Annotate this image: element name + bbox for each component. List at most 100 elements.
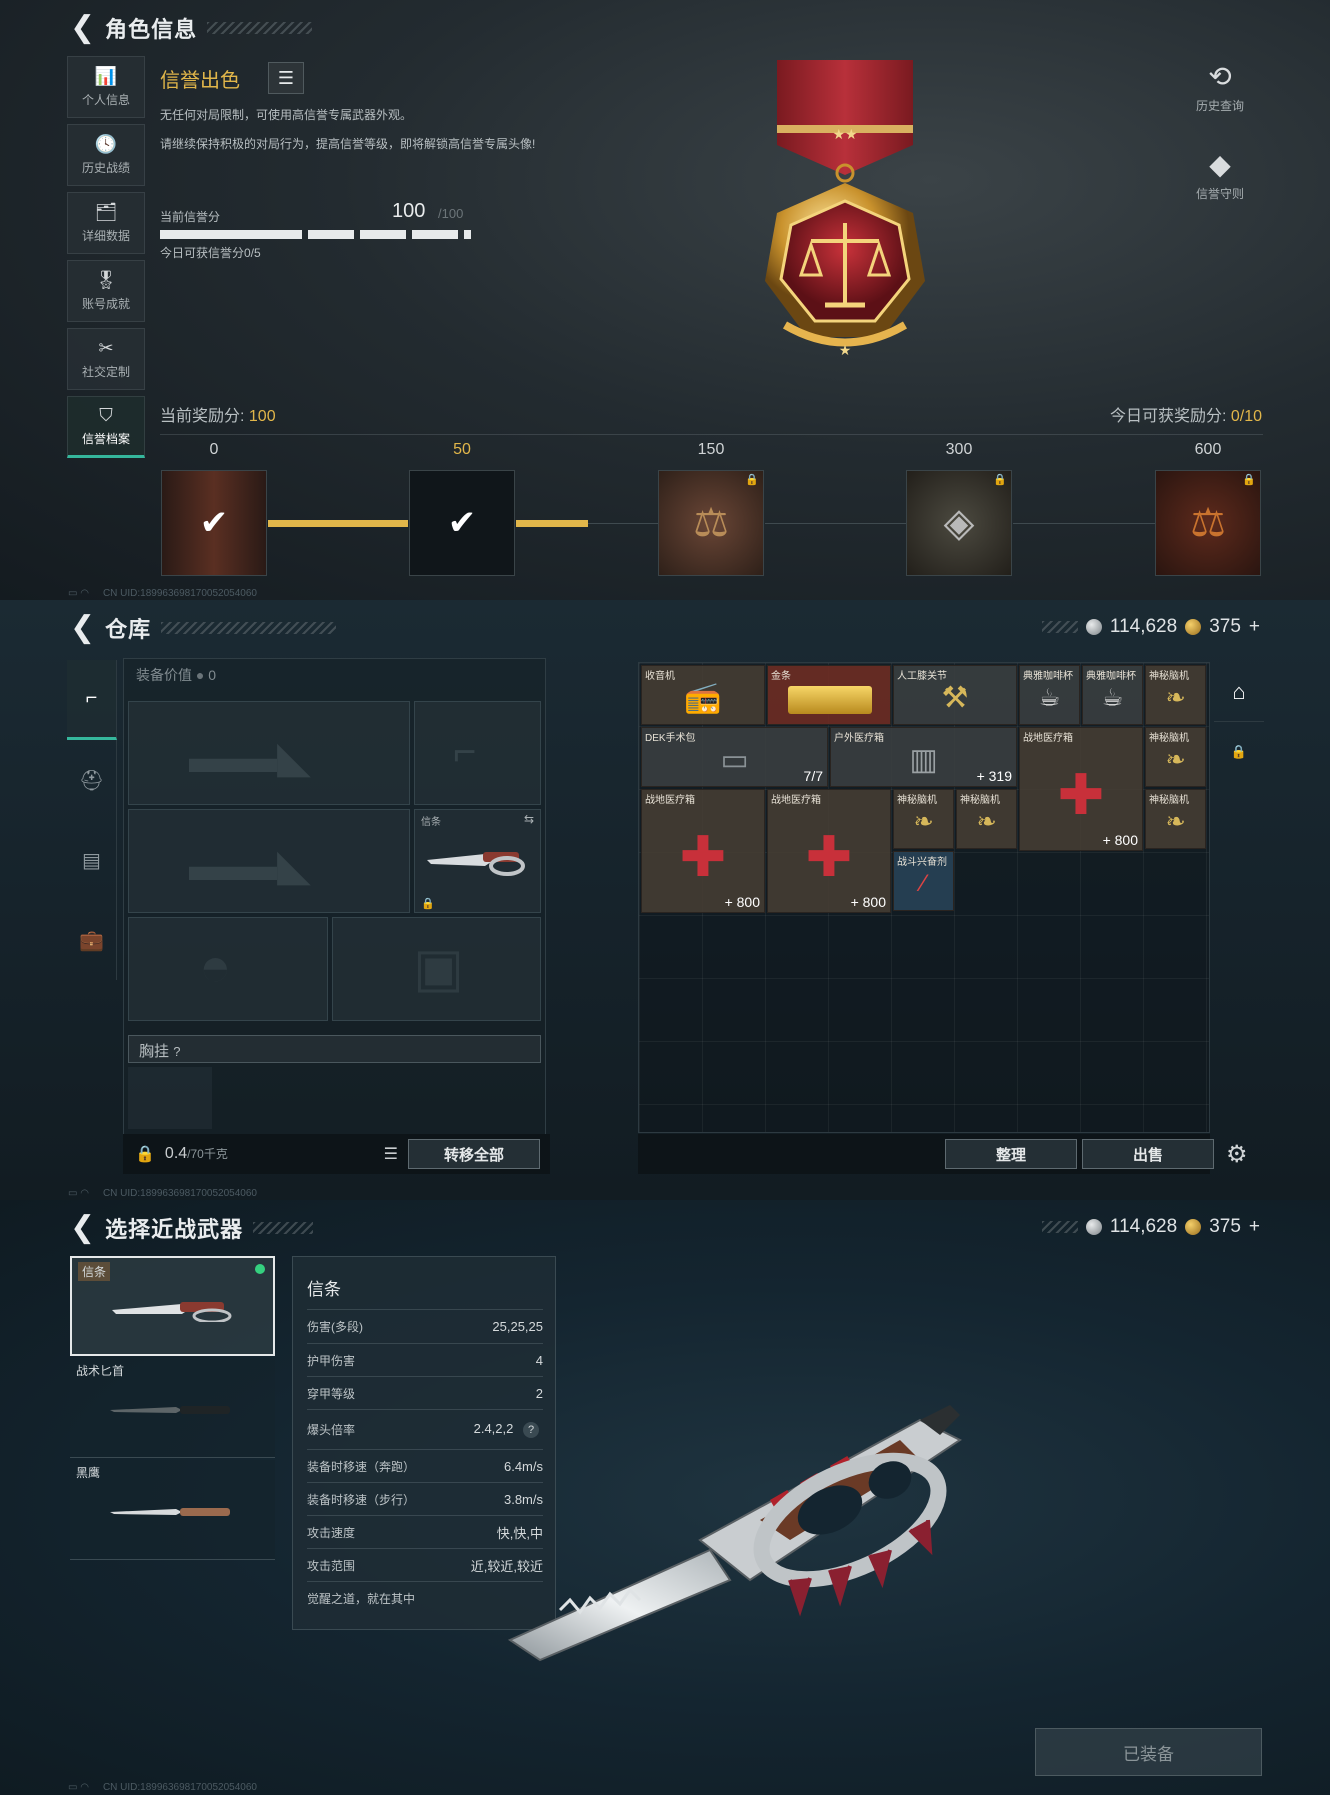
milestone-1-reward[interactable]: ✔ — [409, 470, 515, 576]
tab-backpack[interactable]: 💼 — [67, 900, 117, 980]
gold-amount: 375 — [1209, 1216, 1241, 1237]
stash-tab-locked[interactable]: 🔒 — [1214, 722, 1264, 782]
item-brain-chip[interactable]: 神秘脑机 ❧ — [1145, 665, 1206, 725]
swap-icon[interactable]: ⇆ — [524, 812, 534, 826]
today-reward-value: 0/10 — [1230, 408, 1262, 425]
score-bar — [160, 230, 471, 239]
knife-icon — [427, 852, 525, 876]
chest-rig-slot[interactable]: 胸挂 ? — [128, 1035, 541, 1063]
knife-image — [112, 1302, 232, 1322]
settings-gear-icon[interactable]: ⚙ — [1226, 1140, 1248, 1169]
progress-line — [516, 520, 588, 527]
back-arrow-icon[interactable]: ❮ — [70, 13, 95, 43]
status-bar: ▭ ◠ CN UID:1899636981700520540​60 — [68, 588, 257, 599]
add-currency-button[interactable]: + — [1249, 616, 1260, 638]
gear-value: 装备价值 ● 0 — [136, 665, 216, 685]
item-brain-chip[interactable]: 神秘脑机 ❧ — [1145, 789, 1206, 849]
armor-slot[interactable]: ▣ — [332, 917, 541, 1021]
pistol-slot[interactable]: ⌐ — [414, 701, 541, 805]
status-bar: ▭ ◠ CN UID:1899636981700520540​60 — [68, 1188, 257, 1199]
weapon-card-xintiao[interactable]: 信条 — [70, 1256, 275, 1356]
helmet-slot[interactable]: ◓ — [128, 917, 328, 1021]
nav-detail-data[interactable]: 🗂 详细数据 — [67, 192, 145, 254]
briefcase-icon: 💼 — [79, 929, 104, 952]
sort-button[interactable]: 整理 — [945, 1139, 1077, 1169]
transfer-all-button[interactable]: 转移全部 — [408, 1139, 540, 1169]
shield-icon: ⛉ — [99, 405, 113, 425]
syringe-icon: ⁄ — [921, 869, 926, 897]
item-qty: + 800 — [1102, 832, 1138, 848]
item-qty: 7/7 — [803, 768, 823, 784]
score-max: /100 — [438, 206, 464, 221]
item-gold-bar[interactable]: 金条 — [767, 665, 891, 725]
tab-supplies[interactable]: ▤ — [67, 820, 117, 900]
silver-coin-icon — [1085, 619, 1102, 635]
item-radio[interactable]: 收音机 📻 — [641, 665, 765, 725]
weapon-card-black-hawk[interactable]: 黑鹰 — [70, 1460, 275, 1560]
rules-label: 信誉守则 — [1195, 187, 1244, 201]
equipped-button[interactable]: 已装备 — [1035, 1728, 1262, 1776]
reputation-desc: 无任何对局限制，可使用高信誉专属武器外观。 — [160, 108, 413, 122]
milestone-0-reward[interactable]: ✔ — [161, 470, 267, 576]
item-name: 神秘脑机 — [1149, 795, 1189, 806]
lock-icon: 🔒 — [993, 474, 1007, 486]
item-surgery-kit[interactable]: DEK手术包 ▭ 7/7 — [641, 727, 828, 787]
item-outdoor-med-kit[interactable]: 户外医疗箱 ▥ + 319 — [830, 727, 1017, 787]
item-field-med-box[interactable]: 战地医疗箱 ✚ + 800 — [641, 789, 765, 913]
item-brain-chip[interactable]: 神秘脑机 ❧ — [1145, 727, 1206, 787]
list-icon[interactable]: ☰ — [384, 1144, 398, 1164]
tab-weapons[interactable]: ⌐ — [67, 660, 117, 740]
side-nav: 📊 个人信息 🕓 历史战绩 🗂 详细数据 🎖 账号成就 ✂ 社交定制 ⛉ 信誉档案 — [67, 56, 145, 464]
signal-icon: ▭ ◠ — [68, 1188, 89, 1199]
melee-slot[interactable]: 信条 ⇆ 🔒 — [414, 809, 541, 913]
tab-armor[interactable]: ⛑ — [67, 740, 117, 820]
milestone-2-reward[interactable]: 🔒 ⚖ — [658, 470, 764, 576]
history-query-button[interactable]: ⟲ 历史查询 — [1180, 60, 1260, 114]
add-currency-button[interactable]: + — [1249, 1216, 1260, 1238]
item-field-med-box[interactable]: 战地医疗箱 ✚ + 800 — [1019, 727, 1143, 851]
item-field-med-box[interactable]: 战地医疗箱 ✚ + 800 — [767, 789, 891, 913]
stash-grid: 收音机 📻 金条 人工膝关节 ⚒ 典雅咖啡杯 ☕ 典雅咖啡杯 ☕ 神秘脑机 ❧ DEK手术… — [638, 662, 1210, 1133]
list-icon[interactable]: ☰ — [268, 62, 304, 94]
loadout-footer: 🔒 0.4/70千克 ☰ 转移全部 — [123, 1134, 550, 1174]
item-brain-chip[interactable]: 神秘脑机 ❧ — [956, 789, 1017, 849]
nav-social-custom[interactable]: ✂ 社交定制 — [67, 328, 145, 390]
back-arrow-icon[interactable]: ❮ — [70, 613, 95, 643]
milestone-3-reward[interactable]: 🔒 ◈ — [906, 470, 1012, 576]
stash-tab-main[interactable]: ⌂ — [1214, 662, 1264, 722]
nav-label: 账号成就 — [81, 297, 130, 311]
status-bar: ▭ ◠ CN UID:1899636981700520540​60 — [68, 1782, 257, 1793]
nav-personal-info[interactable]: 📊 个人信息 — [67, 56, 145, 118]
silver-coin-icon — [1085, 1219, 1102, 1235]
back-arrow-icon[interactable]: ❮ — [70, 1213, 95, 1243]
item-brain-chip[interactable]: 神秘脑机 ❧ — [893, 789, 954, 849]
stats-title: 信条 — [307, 1280, 341, 1299]
rules-button[interactable]: ◆ 信誉守则 — [1180, 148, 1260, 202]
item-knee-joint[interactable]: 人工膝关节 ⚒ — [893, 665, 1017, 725]
progress-line — [765, 523, 906, 524]
helmet-icon: ⛑ — [78, 769, 105, 792]
secondary-weapon-slot[interactable]: ▬▬◣ — [128, 809, 410, 913]
nav-reputation[interactable]: ⛉ 信誉档案 — [67, 396, 145, 458]
nav-achievements[interactable]: 🎖 账号成就 — [67, 260, 145, 322]
lock-icon: 🔒 — [421, 898, 435, 910]
stash-side-tabs: ⌂ 🔒 — [1214, 662, 1264, 782]
stat-name: 伤害(多段) — [307, 1320, 363, 1334]
nav-label: 历史战绩 — [81, 161, 130, 175]
item-stimulant[interactable]: 战斗兴奋剂 ⁄ — [893, 851, 954, 911]
primary-weapon-slot[interactable]: ▬▬◣ — [128, 701, 410, 805]
silver-amount: 114,628 — [1109, 1216, 1178, 1237]
header: ❮ 仓库 — [70, 612, 337, 644]
pistol-icon: ⌐ — [453, 730, 477, 774]
weapon-card-tactical-dagger[interactable]: 战术匕首 — [70, 1358, 275, 1458]
item-name: 战地医疗箱 — [645, 795, 695, 806]
chest-rig-empty[interactable] — [128, 1067, 212, 1129]
medkit-icon: ✚ — [805, 825, 853, 889]
help-icon[interactable]: ? — [173, 1044, 180, 1059]
item-coffee-cup[interactable]: 典雅咖啡杯 ☕ — [1082, 665, 1143, 725]
sell-button[interactable]: 出售 — [1082, 1139, 1214, 1169]
page-title: 仓库 — [105, 617, 152, 642]
item-coffee-cup[interactable]: 典雅咖啡杯 ☕ — [1019, 665, 1080, 725]
milestone-4-reward[interactable]: 🔒 ⚖ — [1155, 470, 1261, 576]
nav-history[interactable]: 🕓 历史战绩 — [67, 124, 145, 186]
